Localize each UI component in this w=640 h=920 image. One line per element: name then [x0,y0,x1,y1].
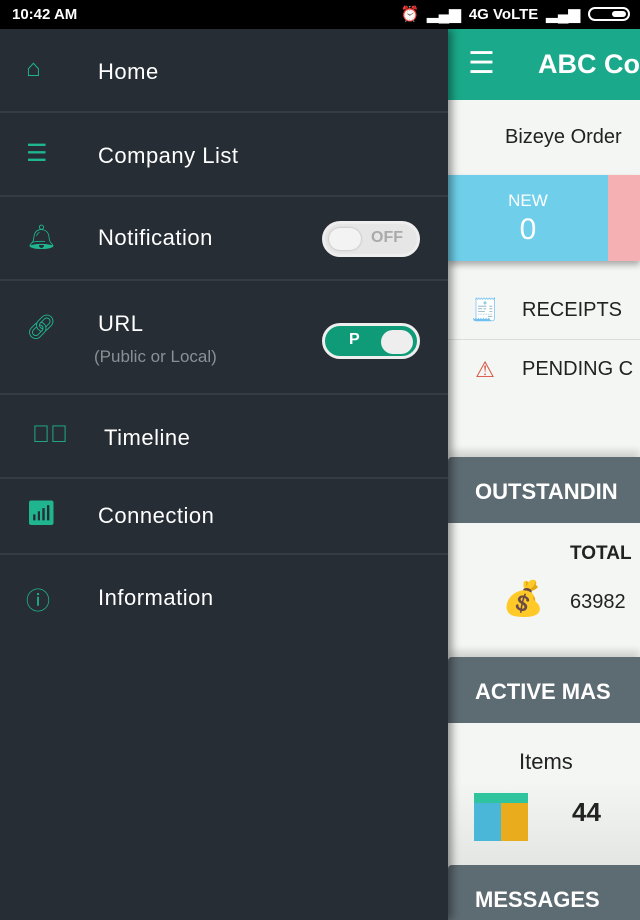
drawer-item-label: Connection [98,503,215,528]
home-icon: ⌂ [26,55,41,82]
toggle-text: OFF [371,229,403,246]
link-icon: 🔗︎ [26,314,57,341]
drawer-item-url[interactable]: 🔗︎ URL (Public or Local) P [0,281,448,395]
pending-label: PENDING C [522,358,634,380]
wifi-icon: 📶︎ [26,500,57,527]
status-time: 10:42 AM [12,6,78,23]
receipts-row[interactable]: 🧾 RECEIPTS [448,281,640,340]
check-circle-icon: ✓⃝ [32,421,68,448]
tile-new-label: NEW [508,191,548,210]
tile-new-value: 0 [519,213,537,246]
outstanding-header: OUTSTANDIN [448,457,640,523]
drawer-item-home[interactable]: ⌂ Home [0,29,448,113]
subtitle: Bizeye Order [505,126,622,148]
url-toggle[interactable]: P [322,323,420,359]
total-label: TOTAL [570,543,632,564]
drawer-item-label: Company List [98,143,239,168]
app-title: ABC Co [538,49,640,79]
drawer-item-notification[interactable]: 🔔︎ Notification OFF [0,197,448,281]
bell-icon: 🔔︎ [26,224,57,251]
signal-icon: ▂▄▆ [546,6,580,23]
app-bar: ☰ ABC Co [448,29,640,100]
hamburger-menu-icon[interactable]: ☰ [468,49,495,79]
drawer-item-label: Timeline [104,425,191,450]
items-label: Items [519,749,573,774]
cube-icon [474,793,528,841]
toggle-text: P [349,331,360,348]
drawer-item-label: Home [98,59,159,84]
warning-icon: ⚠ [475,356,495,382]
network-label: 4G VoLTE [468,5,539,23]
tile-second[interactable] [608,175,640,261]
alarm-icon: ⏰ [400,6,420,23]
navigation-drawer: ⌂ Home ☰ Company List 🔔︎ Notification OF… [0,29,448,920]
status-bar: 10:42 AM ⏰ ▂▄▆ 4G VoLTE ▂▄▆ [0,0,640,29]
signal-icon: ▂▄▆ [427,6,461,23]
tile-new[interactable]: NEW 0 [448,175,608,261]
active-masters-header: ACTIVE MAS [448,657,640,723]
drawer-item-connection[interactable]: 📶︎ Connection [0,479,448,555]
money-bag-icon: 💰 [502,580,545,618]
items-value: 44 [572,797,601,827]
notification-toggle[interactable]: OFF [322,221,420,257]
pending-row[interactable]: ⚠ PENDING C [448,340,640,399]
drawer-item-label: URL [98,311,144,336]
drawer-item-label: Notification [98,225,213,250]
main-content: ☰ ABC Co Bizeye Order NEW 0 🧾 RECEIPTS ⚠ P… [448,29,640,920]
drawer-item-label: Information [98,585,214,610]
messages-header: MESSAGES [448,865,640,920]
receipt-icon: 🧾 [471,297,499,322]
battery-icon [588,7,630,21]
info-icon: ⓘ [26,588,50,615]
drawer-item-company-list[interactable]: ☰ Company List [0,113,448,197]
drawer-item-sublabel: (Public or Local) [94,347,217,366]
drawer-item-timeline[interactable]: ✓⃝ Timeline [0,395,448,479]
drawer-item-information[interactable]: ⓘ Information [0,555,448,639]
receipts-label: RECEIPTS [522,298,623,321]
total-value: 63982 [570,591,626,613]
list-icon: ☰ [26,140,48,167]
